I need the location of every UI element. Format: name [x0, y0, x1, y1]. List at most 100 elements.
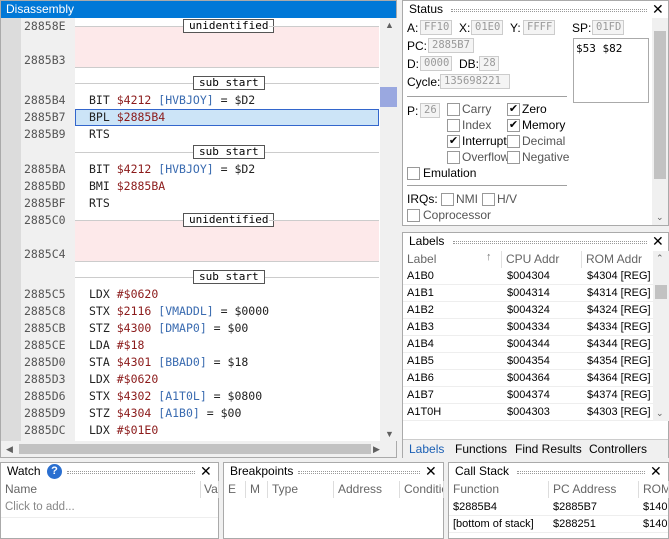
flag-checkbox-memory[interactable]: ✔ — [507, 119, 520, 132]
drag-handle[interactable] — [453, 241, 647, 244]
column-header-rom[interactable]: ROM — [639, 481, 669, 498]
reg-x-field[interactable]: 01E0 — [471, 20, 503, 35]
column-header-function[interactable]: Function — [449, 481, 549, 498]
tab-find-results[interactable]: Find Results — [515, 442, 582, 456]
code-line[interactable]: 2885D6 STX $4302 [A1T0L] = $0800 — [1, 388, 381, 405]
column-header-mark[interactable]: M — [246, 481, 268, 498]
drag-handle[interactable] — [517, 471, 645, 474]
reg-sp-field[interactable]: 01FD — [592, 20, 624, 35]
flag-checkbox-index[interactable] — [447, 119, 460, 132]
flag-checkbox-carry[interactable] — [447, 103, 460, 116]
flag-checkbox-overflow[interactable] — [447, 151, 460, 164]
code-line[interactable]: 2885DC LDX #$01E0 — [1, 422, 381, 439]
scroll-right-icon[interactable]: ▶ — [373, 444, 380, 455]
table-row[interactable]: A1B5 $004354 $4354 [REG] — [403, 353, 653, 370]
subroutine-marker-row[interactable]: sub start — [1, 74, 381, 92]
register-label[interactable]: [VMADDL] — [158, 304, 213, 318]
disassembly-view[interactable]: 28858E unidentified 2885B3 sub start 2885B4 B… — [1, 18, 396, 441]
column-header-type[interactable]: Type — [268, 481, 334, 498]
code-line[interactable]: 2885BD BMI $2885BA — [1, 178, 381, 195]
code-line[interactable]: 2885D9 STZ $4304 [A1B0] = $00 — [1, 405, 381, 422]
code-line[interactable]: 2885CE LDA #$18 — [1, 337, 381, 354]
subroutine-marker-row[interactable]: sub start — [1, 143, 381, 161]
code-line[interactable]: 2885BA BIT $4212 [HVBJOY] = $D2 — [1, 161, 381, 178]
flag-checkbox-decimal[interactable] — [507, 135, 520, 148]
scroll-down-icon[interactable]: ▼ — [385, 429, 394, 439]
code-line[interactable]: 2885B9 RTS — [1, 126, 381, 143]
reg-db-field[interactable]: 28 — [479, 56, 499, 71]
column-header-rom-addr[interactable]: ROM Addr — [582, 251, 654, 268]
tab-labels[interactable]: Labels — [409, 442, 444, 456]
status-scroll-thumb[interactable] — [654, 31, 666, 179]
emulation-checkbox[interactable] — [407, 167, 420, 180]
register-label[interactable]: [BBAD0] — [158, 355, 206, 369]
table-row[interactable]: A1B6 $004364 $4364 [REG] — [403, 370, 653, 387]
table-row[interactable]: A1B2 $004324 $4324 [REG] — [403, 302, 653, 319]
close-icon[interactable]: ✕ — [650, 463, 662, 479]
reg-a-field[interactable]: FF10 — [420, 20, 452, 35]
horizontal-scroll-thumb[interactable] — [19, 444, 371, 454]
table-row[interactable]: A1B7 $004374 $4374 [REG] — [403, 387, 653, 404]
code-line[interactable]: 2885BF RTS — [1, 195, 381, 212]
flag-checkbox-zero[interactable]: ✔ — [507, 103, 520, 116]
cycle-field[interactable]: 135698221 — [440, 74, 510, 89]
reg-d-field[interactable]: 0000 — [420, 56, 452, 71]
close-icon[interactable]: ✕ — [425, 463, 437, 479]
reg-pc-field[interactable]: 2885B7 — [428, 38, 474, 53]
reg-y-field[interactable]: FFFF — [523, 20, 555, 35]
close-icon[interactable]: ✕ — [652, 233, 664, 249]
unidentified-region-end[interactable]: 2885B3 — [1, 52, 381, 74]
reg-p-field[interactable]: 26 — [420, 103, 440, 118]
watch-add-placeholder[interactable]: Click to add... — [5, 501, 75, 513]
column-header-condition[interactable]: Conditic — [400, 481, 444, 498]
column-header-enabled[interactable]: E — [224, 481, 246, 498]
column-header-address[interactable]: Address — [334, 481, 400, 498]
chevron-down-icon[interactable]: ⌄ — [656, 212, 664, 223]
column-header-pc-address[interactable]: PC Address — [549, 481, 639, 498]
drag-handle[interactable] — [67, 471, 195, 474]
flag-checkbox-interrupt[interactable]: ✔ — [447, 135, 460, 148]
code-line[interactable]: 2885B4 BIT $4212 [HVBJOY] = $D2 — [1, 92, 381, 109]
code-line[interactable]: 2885D3 LDX #$0620 — [1, 371, 381, 388]
stack-view[interactable]: $53 $82 — [573, 38, 649, 103]
column-header-name[interactable]: Name — [1, 481, 201, 498]
column-header-cpu-addr[interactable]: CPU Addr — [502, 251, 582, 268]
unidentified-block[interactable]: 28858E unidentified — [1, 18, 381, 67]
table-row[interactable]: A1B4 $004344 $4344 [REG] — [403, 336, 653, 353]
disassembly-scroll-thumb[interactable] — [380, 87, 397, 107]
column-header-value[interactable]: Va — [201, 481, 219, 498]
code-line[interactable]: 2885B7 BPL $2885B4 — [1, 109, 381, 126]
drag-handle[interactable] — [451, 9, 647, 12]
register-label[interactable]: [A1T0L] — [158, 389, 206, 403]
nmi-checkbox[interactable] — [441, 193, 454, 206]
labels-scrollbar[interactable] — [653, 251, 669, 421]
scroll-left-icon[interactable]: ◀ — [6, 444, 13, 455]
hv-checkbox[interactable] — [482, 193, 495, 206]
register-label[interactable]: [DMAP0] — [158, 321, 206, 335]
table-row[interactable]: [bottom of stack] $288251 $140 — [449, 516, 668, 533]
flag-checkbox-negative[interactable] — [507, 151, 520, 164]
close-icon[interactable]: ✕ — [652, 1, 664, 17]
coprocessor-checkbox[interactable] — [407, 209, 420, 222]
help-icon[interactable]: ? — [47, 464, 62, 479]
close-icon[interactable]: ✕ — [200, 463, 212, 479]
register-label[interactable]: [HVBJOY] — [158, 162, 213, 176]
register-label[interactable]: [HVBJOY] — [158, 93, 213, 107]
table-row[interactable]: A1B0 $004304 $4304 [REG] — [403, 268, 653, 285]
chevron-up-icon[interactable]: ⌃ — [656, 253, 664, 264]
code-line[interactable]: 2885D0 STA $4301 [BBAD0] = $18 — [1, 354, 381, 371]
table-row[interactable]: A1T0H $004303 $4303 [REG] — [403, 404, 653, 421]
table-row[interactable]: A1B3 $004334 $4334 [REG] — [403, 319, 653, 336]
tab-controllers[interactable]: Controllers — [589, 442, 647, 456]
labels-scroll-thumb[interactable] — [655, 285, 667, 299]
register-label[interactable]: [A1B0] — [158, 406, 200, 420]
unidentified-block[interactable]: 2885C0 unidentified — [1, 212, 381, 261]
subroutine-marker-row[interactable]: sub start — [1, 268, 381, 286]
scroll-up-icon[interactable]: ▲ — [385, 20, 394, 30]
table-row[interactable]: A1B1 $004314 $4314 [REG] — [403, 285, 653, 302]
unidentified-region-end[interactable]: 2885C4 — [1, 246, 381, 268]
tab-functions[interactable]: Functions — [455, 442, 507, 456]
table-row[interactable]: $2885B4 $2885B7 $140 — [449, 499, 668, 516]
disassembly-vertical-scrollbar[interactable] — [380, 18, 397, 441]
code-line[interactable]: 2885C8 STX $2116 [VMADDL] = $0000 — [1, 303, 381, 320]
